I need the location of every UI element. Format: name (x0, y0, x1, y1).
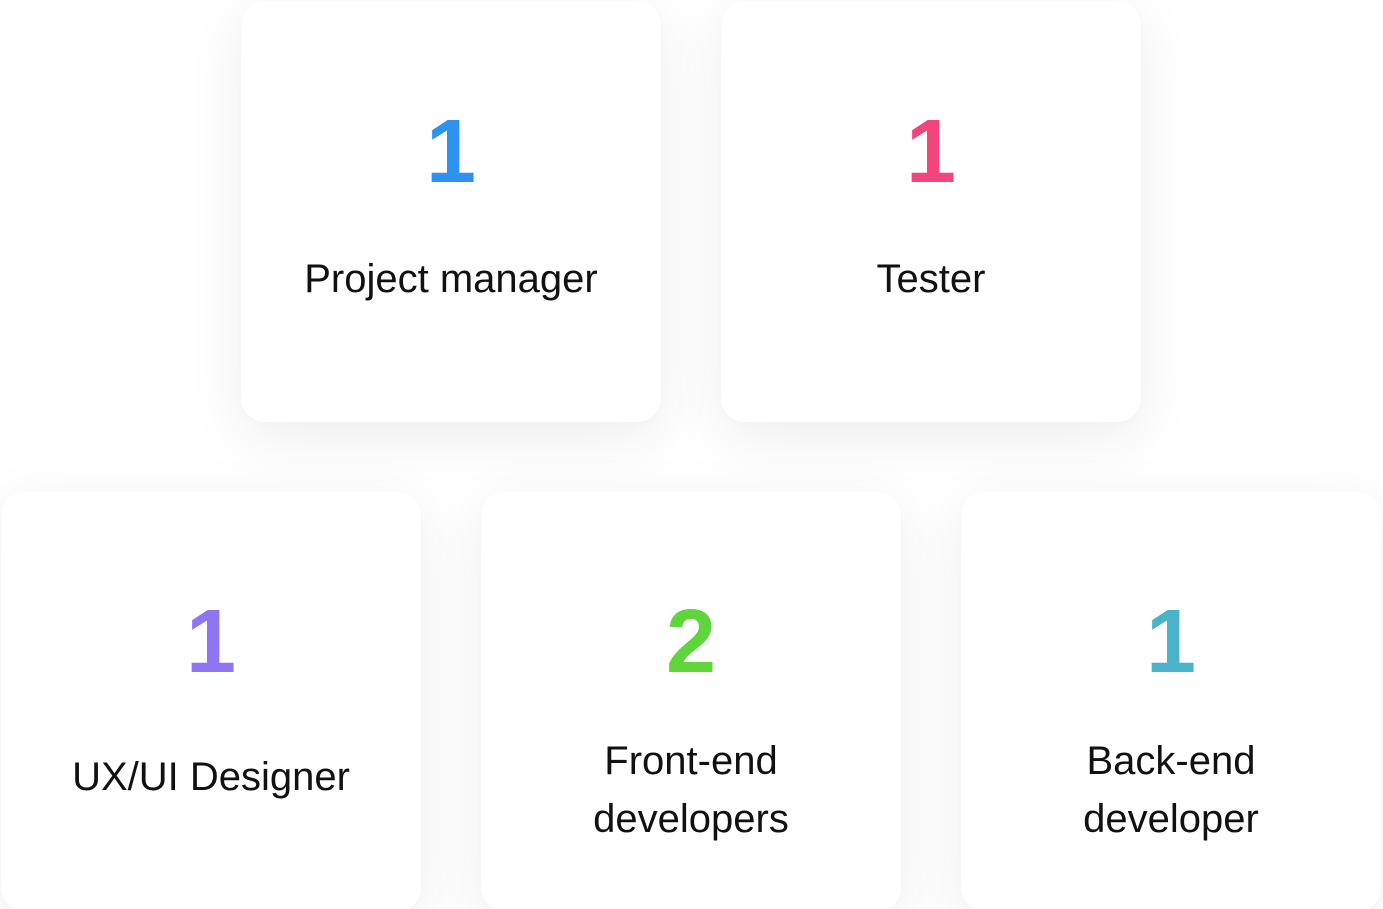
team-card-tester: 1 Tester (721, 2, 1141, 422)
team-card-project-manager: 1 Project manager (241, 2, 661, 422)
team-card-front-end-developers: 2 Front-end developers (481, 492, 901, 909)
tester-label: Tester (876, 257, 986, 301)
team-card-back-end-developer: 1 Back-end developer (961, 492, 1381, 909)
back-end-developer-label-line-2: developer (1083, 797, 1259, 841)
front-end-developers-count: 2 (665, 592, 717, 692)
project-manager-label: Project manager (304, 257, 598, 301)
back-end-developer-label-line-1: Back-end (1086, 739, 1256, 783)
front-end-developers-label-line-1: Front-end (604, 739, 778, 783)
front-end-developers-label-line-2: developers (593, 797, 789, 841)
ux-ui-designer-count: 1 (185, 592, 237, 692)
ux-ui-designer-label: UX/UI Designer (72, 755, 350, 799)
team-card-ux-ui-designer: 1 UX/UI Designer (1, 492, 421, 909)
back-end-developer-label: Back-end developer (991, 732, 1351, 848)
front-end-developers-label: Front-end developers (511, 732, 871, 848)
tester-count: 1 (905, 102, 957, 202)
back-end-developer-count: 1 (1145, 592, 1197, 692)
project-manager-count: 1 (425, 102, 477, 202)
